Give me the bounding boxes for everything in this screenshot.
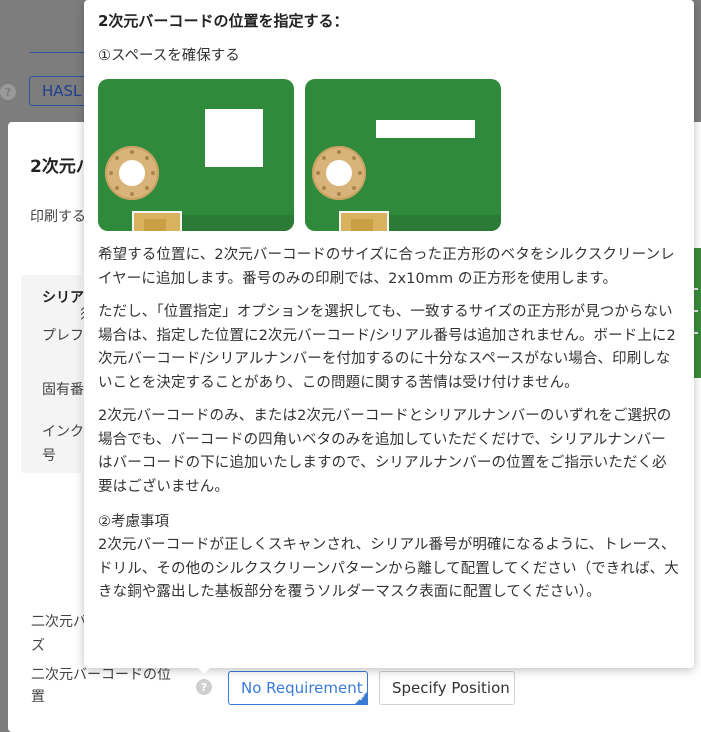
- unique-number-label: 固有番: [42, 382, 84, 398]
- specify-position-option[interactable]: Specify Position: [379, 671, 515, 705]
- section-heading-considerations: ②考慮事項: [98, 514, 169, 530]
- tooltip-arrow: [196, 666, 212, 674]
- print-label: 印刷する: [30, 209, 86, 225]
- barcode-position-tooltip: 2次元バーコードの位置を指定する： ①スペースを確保する 希望する位置に、2次元…: [84, 0, 694, 668]
- pcb-rectangle-silkscreen-icon: [305, 79, 501, 231]
- position-help-icon[interactable]: ?: [196, 679, 212, 695]
- qr-size-label: 二次元バ: [31, 614, 85, 630]
- serial-settings-box: シリア プレフ 固有番 インク 号: [21, 275, 84, 473]
- increment-label-suffix: 号: [42, 448, 56, 464]
- no-requirement-option[interactable]: No Requirement ✓: [228, 671, 368, 705]
- help-icon: ?: [0, 84, 16, 100]
- background-input-field: [30, 30, 90, 53]
- serial-heading: シリア: [42, 290, 84, 306]
- tooltip-paragraph-2: ただし、「位置指定」オプションを選択しても、一致するサイズの正方形が見つからない…: [98, 304, 676, 391]
- tooltip-title: 2次元バーコードの位置を指定する：: [98, 12, 349, 30]
- silkscreen-rectangle: [376, 120, 475, 138]
- tooltip-paragraph-3: 2次元バーコードのみ、または2次元バーコードとシリアルナンバーのいずれをご選択の…: [98, 408, 672, 495]
- prefix-label: プレフ: [42, 328, 84, 344]
- barcode-position-label: 二次元バーコードの位 置: [31, 667, 171, 705]
- hasl-option-button: HASL: [29, 76, 89, 106]
- tooltip-paragraph-1: 希望する位置に、2次元バーコードのサイズに合った正方形のベタをシルクスクリーンレ…: [98, 247, 675, 287]
- modal-title: 2次元バ: [30, 157, 90, 177]
- qr-size-label-suffix: ズ: [31, 638, 45, 654]
- silkscreen-square: [205, 109, 263, 167]
- increment-label: インク: [42, 424, 84, 440]
- tooltip-paragraph-4: 2次元バーコードが正しくスキャンされ、シリアル番号が明確になるように、トレース、…: [98, 537, 679, 600]
- pcb-square-silkscreen-icon: [98, 79, 294, 231]
- section-heading-space: ①スペースを確保する: [98, 48, 240, 64]
- pcb-example-images: [98, 79, 680, 231]
- checkmark-icon: ✓: [358, 694, 366, 704]
